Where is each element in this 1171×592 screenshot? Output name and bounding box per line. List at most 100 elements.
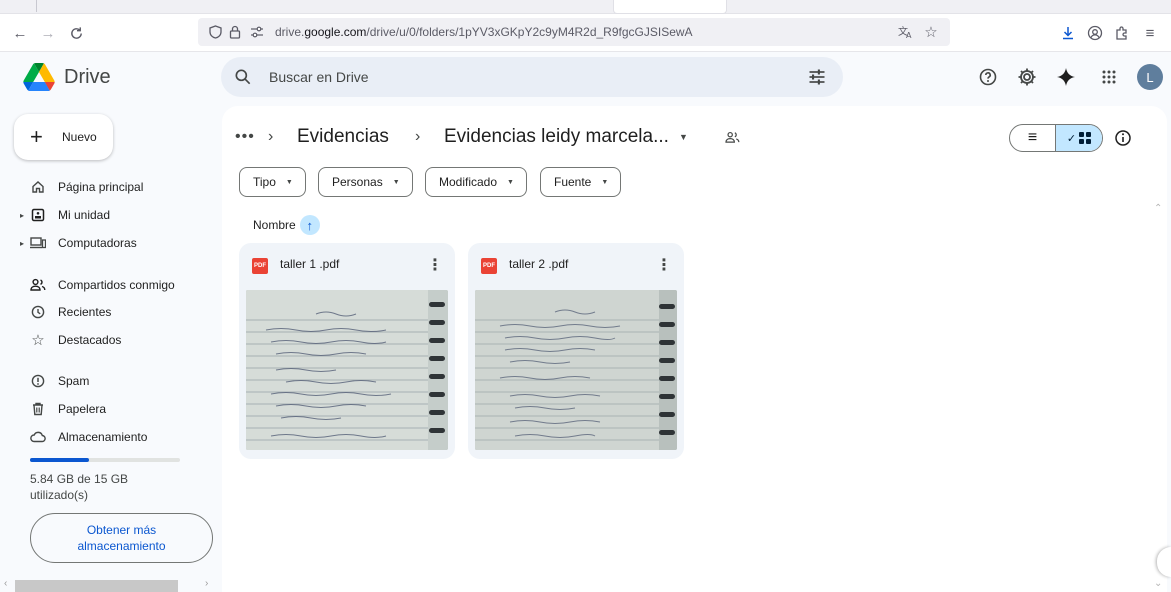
- get-more-storage-button[interactable]: Obtener más almacenamiento: [30, 513, 213, 563]
- star-icon: ☆: [31, 332, 45, 349]
- bookmark-star-icon[interactable]: ☆: [922, 23, 940, 41]
- sidebar-item-label: Destacados: [58, 333, 122, 347]
- sidebar-item-my-drive[interactable]: ▸ Mi unidad: [0, 203, 212, 227]
- new-button-label: Nuevo: [62, 130, 97, 144]
- search-bar[interactable]: Buscar en Drive: [221, 57, 843, 97]
- cloud-icon: [30, 429, 46, 445]
- sidebar-item-storage[interactable]: Almacenamiento: [0, 425, 212, 449]
- more-options-icon[interactable]: ⋮: [427, 255, 443, 275]
- sidebar-item-recent[interactable]: Recientes: [0, 300, 212, 324]
- sidebar-item-shared[interactable]: Compartidos conmigo: [0, 273, 212, 297]
- view-toggle: ≡ ✓: [1009, 124, 1103, 152]
- trash-icon: [30, 401, 46, 417]
- extensions-icon[interactable]: [1112, 23, 1132, 43]
- new-button[interactable]: + Nuevo: [14, 114, 113, 160]
- scroll-left-icon[interactable]: ‹: [4, 578, 7, 589]
- svg-text:A: A: [906, 31, 912, 39]
- permissions-icon[interactable]: [248, 23, 266, 41]
- sidebar-item-label: Computadoras: [58, 236, 137, 250]
- account-icon[interactable]: [1085, 23, 1105, 43]
- sort-by-name[interactable]: Nombre ↑: [253, 214, 320, 236]
- breadcrumb-parent[interactable]: Evidencias: [297, 122, 389, 152]
- notebook-page-image: [246, 290, 448, 450]
- caret-down-icon: ▼: [392, 178, 400, 186]
- caret-down-icon: ▼: [285, 178, 293, 186]
- sidebar-item-starred[interactable]: ☆ Destacados: [0, 328, 212, 352]
- search-icon[interactable]: [233, 67, 253, 87]
- sidebar-horizontal-scrollbar[interactable]: ‹ ›: [0, 578, 222, 592]
- apps-grid-icon[interactable]: [1096, 64, 1122, 90]
- scrollbar-thumb[interactable]: [15, 580, 178, 592]
- breadcrumb-more-icon[interactable]: •••: [235, 122, 255, 152]
- grid-view-button[interactable]: ✓: [1056, 125, 1102, 151]
- my-drive-icon: [30, 207, 46, 223]
- downloads-icon[interactable]: [1058, 23, 1078, 43]
- storage-progress-bar: [30, 458, 180, 462]
- active-browser-tab[interactable]: [613, 0, 727, 14]
- sidebar-item-label: Papelera: [58, 402, 107, 416]
- search-input[interactable]: Buscar en Drive: [269, 69, 369, 85]
- clock-icon: [30, 304, 46, 320]
- storage-progress-fill: [30, 458, 89, 462]
- reload-icon[interactable]: [66, 23, 86, 43]
- url-bar[interactable]: drive.google.com/drive/u/0/folders/1pYV3…: [198, 18, 950, 46]
- url-text[interactable]: drive.google.com/drive/u/0/folders/1pYV3…: [275, 25, 693, 39]
- plus-icon: +: [30, 124, 43, 149]
- sidebar-item-home[interactable]: Página principal: [0, 175, 212, 199]
- filter-chip-label: Modificado: [439, 175, 498, 189]
- filter-type-chip[interactable]: Tipo ▼: [239, 167, 306, 197]
- sidebar-item-computers[interactable]: ▸ Computadoras: [0, 231, 212, 255]
- shield-icon[interactable]: [206, 23, 224, 41]
- file-thumbnail[interactable]: [246, 290, 448, 450]
- sidebar-item-label: Recientes: [58, 305, 112, 319]
- computers-icon: [30, 235, 46, 251]
- people-icon: [30, 277, 46, 293]
- info-icon[interactable]: [1113, 128, 1133, 148]
- back-arrow-icon[interactable]: ←: [10, 23, 30, 43]
- search-options-icon[interactable]: [807, 67, 827, 87]
- filter-chip-label: Personas: [332, 175, 383, 189]
- arrow-up-icon[interactable]: ↑: [299, 215, 320, 235]
- forward-arrow-icon[interactable]: →: [38, 23, 58, 43]
- more-options-icon[interactable]: ⋮: [656, 255, 672, 275]
- check-icon: ✓: [1066, 132, 1077, 145]
- avatar[interactable]: L: [1137, 64, 1163, 90]
- translate-icon[interactable]: 文A: [897, 23, 915, 41]
- list-view-icon[interactable]: ≡: [1010, 125, 1057, 151]
- filter-people-chip[interactable]: Personas ▼: [318, 167, 413, 197]
- filter-source-chip[interactable]: Fuente ▼: [540, 167, 622, 197]
- expand-caret-icon[interactable]: ▸: [20, 211, 24, 220]
- file-card[interactable]: PDF taller 1 .pdf ⋮: [239, 243, 455, 459]
- url-prefix: drive.: [275, 25, 305, 39]
- scroll-down-icon[interactable]: ⌄: [1154, 578, 1162, 589]
- app-name[interactable]: Drive: [64, 66, 111, 89]
- drive-logo-icon[interactable]: [22, 63, 56, 91]
- menu-icon[interactable]: ≡: [1140, 23, 1160, 43]
- sidebar-item-label: Almacenamiento: [58, 430, 148, 444]
- scroll-up-icon[interactable]: ⌃: [1154, 203, 1162, 214]
- sidebar-item-spam[interactable]: Spam: [0, 369, 212, 393]
- settings-gear-icon[interactable]: [1014, 64, 1040, 90]
- chevron-right-icon: ›: [415, 128, 421, 145]
- shared-folder-icon: [725, 122, 740, 152]
- file-name: taller 1 .pdf: [280, 257, 340, 271]
- filter-modified-chip[interactable]: Modificado ▼: [425, 167, 527, 197]
- caret-down-icon[interactable]: ▼: [679, 132, 688, 142]
- sort-label: Nombre: [253, 218, 296, 232]
- home-icon: [30, 179, 46, 195]
- grid-view-icon: [1079, 132, 1092, 144]
- url-domain: google.com: [304, 25, 367, 39]
- url-path: /drive/u/0/folders/1pYV3xGKpY2c9yM4R2d_R…: [366, 25, 693, 39]
- sidebar-item-trash[interactable]: Papelera: [0, 397, 212, 421]
- scroll-right-icon[interactable]: ›: [205, 578, 208, 589]
- lock-icon[interactable]: [226, 23, 244, 41]
- breadcrumb-current[interactable]: Evidencias leidy marcela... ▼: [444, 122, 688, 152]
- help-icon[interactable]: [975, 64, 1001, 90]
- file-thumbnail[interactable]: [475, 290, 677, 450]
- breadcrumb-current-label: Evidencias leidy marcela...: [444, 126, 669, 147]
- file-card[interactable]: PDF taller 2 .pdf ⋮: [468, 243, 684, 459]
- chevron-right-icon: ›: [268, 128, 274, 145]
- gemini-sparkle-icon[interactable]: [1053, 64, 1079, 90]
- expand-caret-icon[interactable]: ▸: [20, 239, 24, 248]
- filter-chip-label: Fuente: [554, 175, 592, 189]
